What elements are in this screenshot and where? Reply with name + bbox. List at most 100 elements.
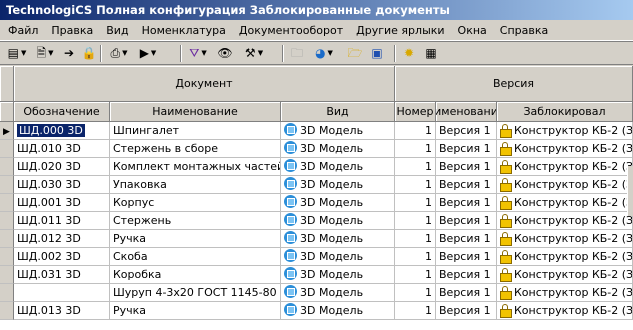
tools-button[interactable]: ⚒ ▼ bbox=[240, 45, 268, 62]
menu-windows[interactable]: Окна bbox=[450, 21, 492, 40]
group-header-version[interactable]: Версия bbox=[395, 66, 633, 102]
chart-button[interactable]: ◕ ▼ bbox=[310, 45, 338, 62]
menu-view[interactable]: Вид bbox=[98, 21, 133, 40]
cell-type[interactable]: 3D Модель bbox=[281, 122, 395, 140]
cell-designation[interactable]: ШД.020 3D bbox=[14, 158, 110, 176]
menu-file[interactable]: Файл bbox=[0, 21, 43, 40]
row-indicator[interactable] bbox=[0, 266, 14, 284]
vertical-scrollbar[interactable] bbox=[627, 166, 633, 216]
table-row[interactable]: ШД.013 3D Ручка 3D Модель 1 Версия 1 Конструк… bbox=[0, 302, 633, 320]
cell-type[interactable]: 3D Модель bbox=[281, 302, 395, 320]
grid-button[interactable]: ▦ bbox=[422, 45, 440, 62]
binoculars-button[interactable]: 👁 bbox=[215, 45, 235, 62]
cell-number[interactable]: 1 bbox=[395, 194, 436, 212]
cell-version[interactable]: Версия 1 bbox=[436, 248, 497, 266]
cell-number[interactable]: 1 bbox=[395, 158, 436, 176]
table-row[interactable]: ШД.030 3D Упаковка 3D Модель 1 Версия 1 Конст… bbox=[0, 176, 633, 194]
cell-number[interactable]: 1 bbox=[395, 248, 436, 266]
cell-version[interactable]: Версия 1 bbox=[436, 230, 497, 248]
menu-nomenclature[interactable]: Номенклатура bbox=[134, 21, 231, 40]
table-row[interactable]: ШД.001 3D Корпус 3D Модель 1 Версия 1 Констру… bbox=[0, 194, 633, 212]
cell-number[interactable]: 1 bbox=[395, 212, 436, 230]
lock-key-button[interactable]: 🔒 bbox=[80, 45, 98, 62]
column-header-type[interactable]: Вид bbox=[281, 102, 395, 122]
cell-designation[interactable]: ШД.013 3D bbox=[14, 302, 110, 320]
cell-type[interactable]: 3D Модель bbox=[281, 266, 395, 284]
cell-name[interactable]: Скоба bbox=[110, 248, 281, 266]
row-indicator[interactable] bbox=[0, 284, 14, 302]
cell-version[interactable]: Версия 1 bbox=[436, 176, 497, 194]
table-row[interactable]: ▶ ШД.000 3D Шпингалет 3D Модель 1 Версия 1 Кон… bbox=[0, 122, 633, 140]
menu-other-shortcuts[interactable]: Другие ярлыки bbox=[348, 21, 449, 40]
cell-designation[interactable]: ШД.031 3D bbox=[14, 266, 110, 284]
cell-locked-by[interactable]: Конструктор КБ-2 (Зай bbox=[497, 122, 633, 140]
cell-name[interactable]: Шуруп 4-3х20 ГОСТ 1145-80 bbox=[110, 284, 281, 302]
cell-number[interactable]: 1 bbox=[395, 140, 436, 158]
row-indicator[interactable]: ▶ bbox=[0, 122, 14, 140]
brightness-button[interactable]: ✹ bbox=[400, 45, 418, 62]
cell-type[interactable]: 3D Модель bbox=[281, 248, 395, 266]
table-row[interactable]: Шуруп 4-3х20 ГОСТ 1145-80 3D Модель 1 Верси… bbox=[0, 284, 633, 302]
grid-view-button[interactable]: ▤ ▼ bbox=[4, 45, 30, 62]
row-indicator[interactable] bbox=[0, 158, 14, 176]
cell-number[interactable]: 1 bbox=[395, 230, 436, 248]
table-row[interactable]: ШД.011 3D Стержень 3D Модель 1 Версия 1 Конст… bbox=[0, 212, 633, 230]
cell-locked-by[interactable]: Конструктор КБ-2 (Зай bbox=[497, 194, 633, 212]
cell-locked-by[interactable]: Конструктор КБ-2 (Зай bbox=[497, 266, 633, 284]
cell-locked-by[interactable]: Конструктор КБ-2 (Зай bbox=[497, 158, 633, 176]
filter-button[interactable]: ⛛ ▼ bbox=[185, 45, 211, 62]
cell-locked-by[interactable]: Конструктор КБ-2 (Зай bbox=[497, 284, 633, 302]
cell-name[interactable]: Шпингалет bbox=[110, 122, 281, 140]
row-indicator[interactable] bbox=[0, 212, 14, 230]
cell-version[interactable]: Версия 1 bbox=[436, 266, 497, 284]
menu-help[interactable]: Справка bbox=[492, 21, 553, 40]
cell-name[interactable]: Ручка bbox=[110, 302, 281, 320]
open-folder-button[interactable]: 🗁 bbox=[346, 45, 364, 62]
cell-locked-by[interactable]: Конструктор КБ-2 (Зай bbox=[497, 176, 633, 194]
cell-number[interactable]: 1 bbox=[395, 176, 436, 194]
cell-locked-by[interactable]: Конструктор КБ-2 (Зай bbox=[497, 212, 633, 230]
column-header-version-name[interactable]: именовани bbox=[436, 102, 497, 122]
cell-version[interactable]: Версия 1 bbox=[436, 302, 497, 320]
cell-locked-by[interactable]: Конструктор КБ-2 (Зай bbox=[497, 230, 633, 248]
cell-type[interactable]: 3D Модель bbox=[281, 176, 395, 194]
cell-number[interactable]: 1 bbox=[395, 302, 436, 320]
cell-designation[interactable]: ШД.030 3D bbox=[14, 176, 110, 194]
cell-designation[interactable]: ШД.012 3D bbox=[14, 230, 110, 248]
cell-designation[interactable]: ШД.000 3D bbox=[14, 122, 110, 140]
cell-version[interactable]: Версия 1 bbox=[436, 284, 497, 302]
cell-version[interactable]: Версия 1 bbox=[436, 158, 497, 176]
cell-version[interactable]: Версия 1 bbox=[436, 140, 497, 158]
cell-number[interactable]: 1 bbox=[395, 122, 436, 140]
cell-type[interactable]: 3D Модель bbox=[281, 230, 395, 248]
cell-locked-by[interactable]: Конструктор КБ-2 (Зай bbox=[497, 248, 633, 266]
row-indicator[interactable] bbox=[0, 230, 14, 248]
cell-version[interactable]: Версия 1 bbox=[436, 212, 497, 230]
row-indicator[interactable] bbox=[0, 302, 14, 320]
play-button[interactable]: ▶ ▼ bbox=[136, 45, 160, 62]
row-indicator[interactable] bbox=[0, 194, 14, 212]
cell-designation[interactable]: ШД.010 3D bbox=[14, 140, 110, 158]
cell-number[interactable]: 1 bbox=[395, 284, 436, 302]
cell-designation[interactable]: ШД.002 3D bbox=[14, 248, 110, 266]
cell-name[interactable]: Коробка bbox=[110, 266, 281, 284]
row-indicator[interactable] bbox=[0, 176, 14, 194]
column-header-designation[interactable]: Обозначение bbox=[14, 102, 110, 122]
cell-name[interactable]: Корпус bbox=[110, 194, 281, 212]
cell-number[interactable]: 1 bbox=[395, 266, 436, 284]
cell-locked-by[interactable]: Конструктор КБ-2 (Зай bbox=[497, 140, 633, 158]
cell-version[interactable]: Версия 1 bbox=[436, 122, 497, 140]
cell-designation[interactable] bbox=[14, 284, 110, 302]
table-row[interactable]: ШД.002 3D Скоба 3D Модель 1 Версия 1 Конструк… bbox=[0, 248, 633, 266]
row-indicator[interactable] bbox=[0, 248, 14, 266]
column-header-number[interactable]: Номер bbox=[395, 102, 436, 122]
forward-button[interactable]: ➔ bbox=[60, 45, 78, 62]
cell-name[interactable]: Упаковка bbox=[110, 176, 281, 194]
table-row[interactable]: ШД.031 3D Коробка 3D Модель 1 Версия 1 Констр… bbox=[0, 266, 633, 284]
print-button[interactable]: ⎙ ▼ bbox=[105, 45, 133, 62]
window-button[interactable]: ▣ bbox=[368, 45, 386, 62]
cell-designation[interactable]: ШД.011 3D bbox=[14, 212, 110, 230]
cell-version[interactable]: Версия 1 bbox=[436, 194, 497, 212]
document-button[interactable]: 🗎 ▼ bbox=[32, 45, 58, 62]
cell-designation[interactable]: ШД.001 3D bbox=[14, 194, 110, 212]
